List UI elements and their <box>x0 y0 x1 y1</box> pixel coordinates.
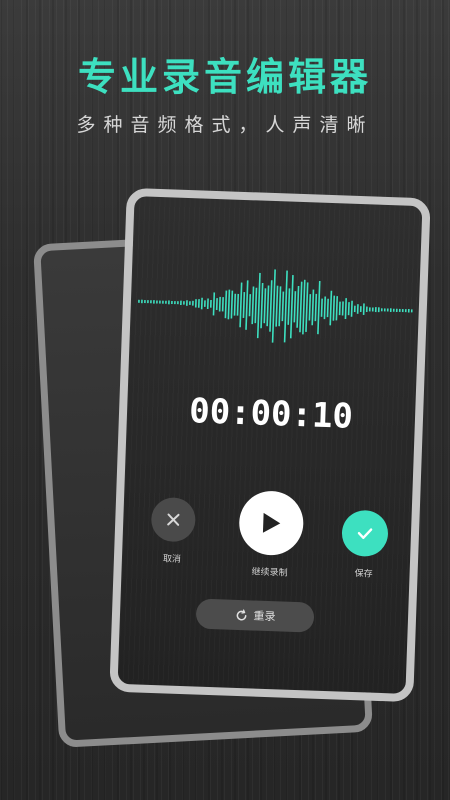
refresh-icon <box>236 608 246 620</box>
waveform-bar <box>254 287 258 324</box>
waveform-bar <box>323 296 327 320</box>
waveform-bar <box>311 289 315 326</box>
resume-label: 继续录制 <box>251 567 288 579</box>
waveform-bar <box>248 294 252 317</box>
save-button[interactable]: 保存 <box>333 509 395 580</box>
waveform-bar <box>296 286 300 328</box>
waveform-bar <box>287 288 291 325</box>
waveform-bar <box>236 293 240 316</box>
waveform-bar <box>332 295 336 321</box>
waveform-bar <box>271 269 276 343</box>
waveform-bar <box>329 290 333 326</box>
waveform-bar <box>251 286 255 325</box>
cancel-label: 取消 <box>162 554 182 565</box>
waveform-bar <box>260 282 264 329</box>
waveform-bar <box>263 288 267 324</box>
waveform-bar <box>308 294 312 321</box>
waveform-bar <box>233 293 237 316</box>
save-label: 保存 <box>354 569 373 580</box>
waveform-bar <box>242 292 246 318</box>
check-icon <box>357 528 373 540</box>
waveform-bar <box>299 281 303 333</box>
cancel-circle[interactable] <box>150 496 197 543</box>
waveform-bar <box>278 286 282 327</box>
waveform-bar <box>218 296 221 312</box>
waveform-bar <box>239 282 243 328</box>
waveform-bar <box>350 300 353 317</box>
re-record-button[interactable]: 重录 <box>195 598 315 633</box>
cancel-button[interactable]: 取消 <box>142 496 204 566</box>
waveform-bar <box>293 291 297 323</box>
waveform-bar <box>245 280 249 330</box>
save-circle[interactable] <box>341 509 389 558</box>
waveform-bar <box>256 272 261 339</box>
waveform-bar <box>269 280 273 332</box>
waveform-bar <box>275 285 279 327</box>
waveform-bar <box>326 298 329 318</box>
recording-timer: 00:00:10 <box>188 391 354 437</box>
waveform-bar <box>289 275 294 339</box>
page-title: 专业录音编辑器 <box>77 55 372 99</box>
waveform <box>138 269 413 343</box>
waveform-bar <box>344 298 347 320</box>
resume-circle[interactable] <box>238 489 305 557</box>
page-subtitle: 多种音频格式，人声清晰 <box>76 114 374 136</box>
re-record-label: 重录 <box>253 609 276 624</box>
close-icon <box>167 513 180 526</box>
resume-recording-button[interactable]: 继续录制 <box>229 489 312 580</box>
waveform-bar <box>230 290 234 319</box>
waveform-bar <box>212 292 216 316</box>
waveform-bar <box>227 289 231 320</box>
waveform-bar <box>266 285 270 327</box>
waveform-bar <box>281 291 285 322</box>
waveform-bar <box>283 270 288 343</box>
waveform-bar <box>317 281 321 335</box>
waveform-bar <box>314 293 318 322</box>
waveform-bar <box>305 282 309 332</box>
waveform-bar <box>320 298 323 317</box>
waveform-bar <box>221 297 224 312</box>
waveform-bar <box>224 290 228 319</box>
phone-frame-front: 00:00:10 取消 继续录制 保存 重录 <box>109 187 431 703</box>
waveform-bar <box>302 279 306 335</box>
play-icon <box>262 512 281 533</box>
waveform-bar <box>335 296 339 321</box>
